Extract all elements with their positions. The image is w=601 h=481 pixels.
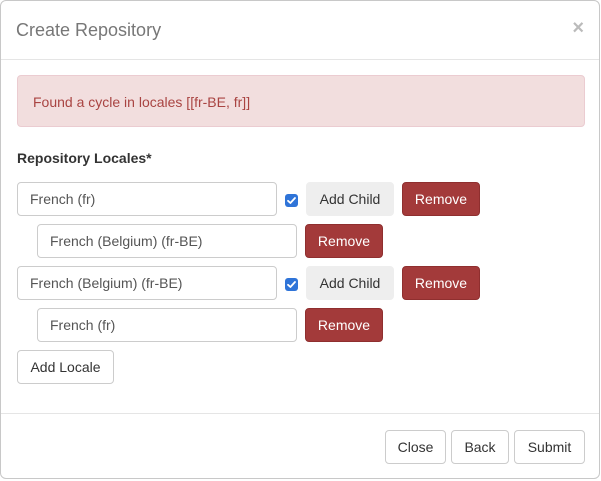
error-alert: Found a cycle in locales [[fr-BE, fr]] xyxy=(17,75,585,127)
back-button[interactable]: Back xyxy=(451,430,509,464)
create-repository-dialog: Create Repository × Found a cycle in loc… xyxy=(0,0,600,479)
remove-button[interactable]: Remove xyxy=(402,182,480,216)
submit-button[interactable]: Submit xyxy=(514,430,585,464)
footer-divider xyxy=(1,413,599,414)
locale-input[interactable]: French (Belgium) (fr-BE) xyxy=(17,266,277,300)
child-locale-input[interactable]: French (fr) xyxy=(37,308,297,342)
add-locale-button[interactable]: Add Locale xyxy=(17,350,114,384)
remove-child-button[interactable]: Remove xyxy=(305,224,383,258)
locale-checkbox[interactable] xyxy=(285,278,298,291)
dialog-header: Create Repository × xyxy=(1,1,599,60)
repository-locales-label: Repository Locales* xyxy=(17,150,152,166)
alert-message: Found a cycle in locales [[fr-BE, fr]] xyxy=(33,94,251,110)
dialog-title: Create Repository xyxy=(16,20,162,40)
child-locale-input[interactable]: French (Belgium) (fr-BE) xyxy=(37,224,297,258)
close-icon[interactable]: × xyxy=(572,16,584,40)
close-button[interactable]: Close xyxy=(385,430,446,464)
add-child-button[interactable]: Add Child xyxy=(306,182,394,216)
remove-child-button[interactable]: Remove xyxy=(305,308,383,342)
locale-input[interactable]: French (fr) xyxy=(17,182,277,216)
locale-checkbox[interactable] xyxy=(285,194,298,207)
checkmark-icon xyxy=(287,281,296,288)
remove-button[interactable]: Remove xyxy=(402,266,480,300)
checkmark-icon xyxy=(287,197,296,204)
add-child-button[interactable]: Add Child xyxy=(306,266,394,300)
